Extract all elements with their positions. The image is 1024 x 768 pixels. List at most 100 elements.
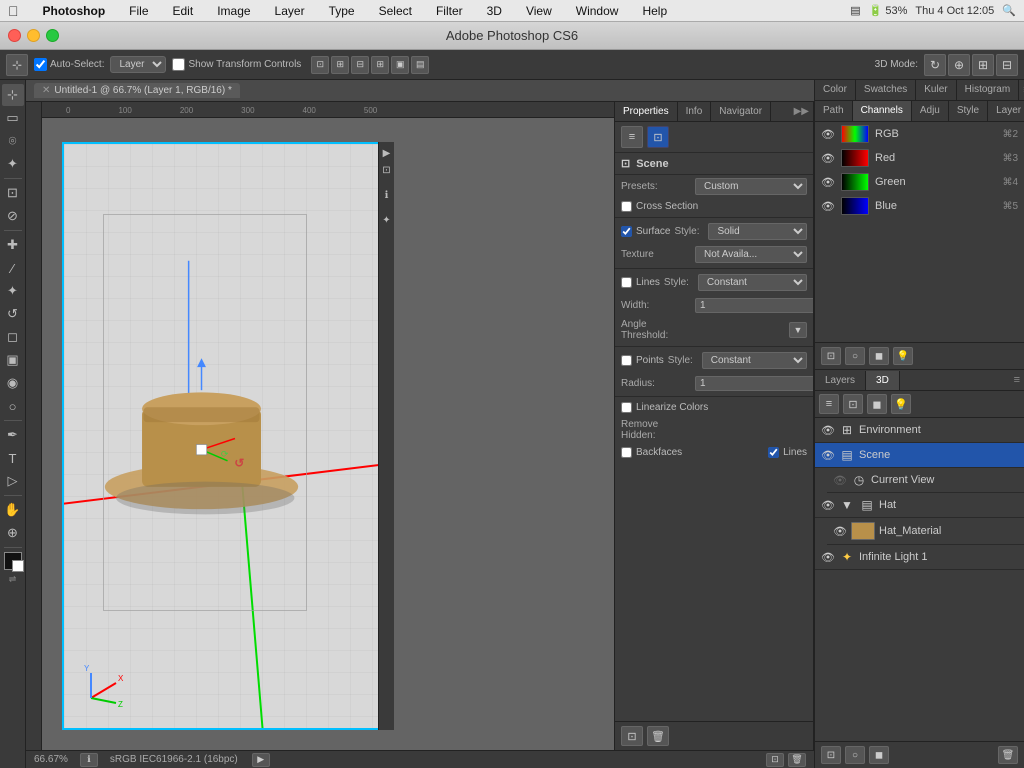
view-eye-icon[interactable]: 👁 <box>833 474 847 487</box>
search-icon[interactable]: 🔍 <box>1002 4 1016 17</box>
subtab-channels[interactable]: Channels <box>853 101 912 121</box>
channel-row-blue[interactable]: 👁 Blue ⌘5 <box>815 194 1024 218</box>
presets-select[interactable]: Custom <box>695 178 807 195</box>
3d-tool-3[interactable]: ◼ <box>867 394 887 414</box>
surface-style-select[interactable]: Solid <box>708 223 807 240</box>
texture-select[interactable]: Not Availa... <box>695 246 807 263</box>
healing-tool[interactable]: ✚ <box>2 234 24 256</box>
menu-edit[interactable]: Edit <box>169 4 198 18</box>
history-tool[interactable]: ↺ <box>2 303 24 325</box>
surface-checkbox[interactable] <box>621 226 632 237</box>
lines-checkbox[interactable] <box>621 277 632 288</box>
move-tool[interactable]: ⊹ <box>2 84 24 106</box>
env-eye-icon[interactable]: 👁 <box>821 424 835 437</box>
layer-btn-2[interactable]: ○ <box>845 746 865 764</box>
3d-tool-1[interactable]: ≡ <box>819 394 839 414</box>
zoom-tool[interactable]: ⊕ <box>2 522 24 544</box>
scene-icon-1[interactable]: ≡ <box>621 126 643 148</box>
linearize-checkbox[interactable] <box>621 402 632 413</box>
auto-select-dropdown[interactable]: Layer <box>110 56 166 73</box>
layer-environment[interactable]: 👁 ⊞ Environment <box>815 418 1024 443</box>
align-btn-2[interactable]: ⊞ <box>331 56 349 74</box>
hat-eye-icon[interactable]: 👁 <box>821 499 835 512</box>
channel-row-rgb[interactable]: 👁 RGB ⌘2 <box>815 122 1024 146</box>
menu-3d[interactable]: 3D <box>483 4 506 18</box>
menu-layer[interactable]: Layer <box>271 4 309 18</box>
menu-image[interactable]: Image <box>213 4 254 18</box>
subtab-adju[interactable]: Adju <box>912 101 949 121</box>
move-tool-icon[interactable]: ⊹ <box>6 54 28 76</box>
eyedropper-tool[interactable]: ⊘ <box>2 205 24 227</box>
points-checkbox[interactable] <box>621 355 632 366</box>
pen-tool[interactable]: ✒ <box>2 424 24 446</box>
blue-eye-icon[interactable]: 👁 <box>821 199 835 213</box>
crop-tool[interactable]: ⊡ <box>2 182 24 204</box>
lines-check-checkbox[interactable] <box>768 447 779 458</box>
3d-dolly-btn[interactable]: ⊟ <box>996 54 1018 76</box>
text-tool[interactable]: T <box>2 447 24 469</box>
canvas-tool-4[interactable]: ✦ <box>380 213 394 227</box>
menu-view[interactable]: View <box>522 4 556 18</box>
delete-btn[interactable]: 🗑 <box>647 726 669 746</box>
canvas-tool-3[interactable]: ℹ <box>380 188 394 202</box>
menu-photoshop[interactable]: Photoshop <box>39 4 110 18</box>
props-expand-icon[interactable]: ▶▶ <box>790 102 813 121</box>
width-input[interactable] <box>695 298 813 313</box>
layer-infinite-light[interactable]: 👁 ✦ Infinite Light 1 <box>815 545 1024 570</box>
brush-tool[interactable]: ∕ <box>2 257 24 279</box>
scene-eye-icon[interactable]: 👁 <box>821 449 835 462</box>
backfaces-checkbox[interactable] <box>621 447 632 458</box>
stamp-tool[interactable]: ✦ <box>2 280 24 302</box>
channel-row-green[interactable]: 👁 Green ⌘4 <box>815 170 1024 194</box>
tab-properties[interactable]: Properties <box>615 102 678 121</box>
layer-btn-delete[interactable]: 🗑 <box>998 746 1018 764</box>
ch-btn-3[interactable]: ◼ <box>869 347 889 365</box>
properties-scroll[interactable]: Presets: Custom Cross Section <box>615 175 813 721</box>
hand-tool[interactable]: ✋ <box>2 499 24 521</box>
tab-swatches[interactable]: Swatches <box>856 80 916 100</box>
tab-3d[interactable]: 3D <box>866 371 900 390</box>
wand-tool[interactable]: ✦ <box>2 153 24 175</box>
tab-close[interactable]: ✕ <box>42 85 50 96</box>
canvas-tool-1[interactable]: ▶ <box>380 146 394 160</box>
layers-options-icon[interactable]: ≡ <box>1010 370 1024 390</box>
info-icon[interactable]: ℹ <box>80 753 98 767</box>
close-button[interactable] <box>8 29 21 42</box>
lasso-tool[interactable]: ⌾ <box>2 130 24 152</box>
tab-info[interactable]: Info <box>678 102 712 121</box>
gradient-tool[interactable]: ▣ <box>2 349 24 371</box>
tab-histogram[interactable]: Histogram <box>957 80 1020 100</box>
tab-kuler[interactable]: Kuler <box>916 80 956 100</box>
profile-arrow[interactable]: ▶ <box>252 753 270 767</box>
layer-hat-material[interactable]: 👁 Hat_Material <box>827 518 1024 545</box>
align-btn-5[interactable]: ▣ <box>391 56 409 74</box>
status-btn-1[interactable]: ⊡ <box>766 753 784 767</box>
panel-options-icon[interactable]: ≡ <box>1019 80 1024 100</box>
3d-pan-btn[interactable]: ⊕ <box>948 54 970 76</box>
subtab-style[interactable]: Style <box>949 101 988 121</box>
layer-scene[interactable]: 👁 ▤ Scene <box>815 443 1024 468</box>
ch-btn-2[interactable]: ○ <box>845 347 865 365</box>
align-btn-6[interactable]: ▤ <box>411 56 429 74</box>
align-btn-4[interactable]: ⊞ <box>371 56 389 74</box>
swap-colors-icon[interactable]: ⇌ <box>9 574 17 585</box>
menu-file[interactable]: File <box>125 4 152 18</box>
3d-rotate-btn[interactable]: ↻ <box>924 54 946 76</box>
lines-style-select[interactable]: Constant <box>698 274 807 291</box>
red-eye-icon[interactable]: 👁 <box>821 151 835 165</box>
layer-current-view[interactable]: 👁 ◷ Current View <box>827 468 1024 493</box>
radius-input[interactable] <box>695 376 813 391</box>
align-btn-1[interactable]: ⊡ <box>311 56 329 74</box>
menu-filter[interactable]: Filter <box>432 4 467 18</box>
hat-fold-icon[interactable]: ▼ <box>839 497 855 513</box>
ch-btn-4[interactable]: 💡 <box>893 347 913 365</box>
minimize-button[interactable] <box>27 29 40 42</box>
points-style-select[interactable]: Constant <box>702 352 807 369</box>
3d-tool-4[interactable]: 💡 <box>891 394 911 414</box>
status-btn-2[interactable]: 🗑 <box>788 753 806 767</box>
material-eye-icon[interactable]: 👁 <box>833 525 847 538</box>
3d-tool-2[interactable]: ⊡ <box>843 394 863 414</box>
align-btn-3[interactable]: ⊟ <box>351 56 369 74</box>
tab-navigator[interactable]: Navigator <box>711 102 771 121</box>
menu-window[interactable]: Window <box>572 4 623 18</box>
